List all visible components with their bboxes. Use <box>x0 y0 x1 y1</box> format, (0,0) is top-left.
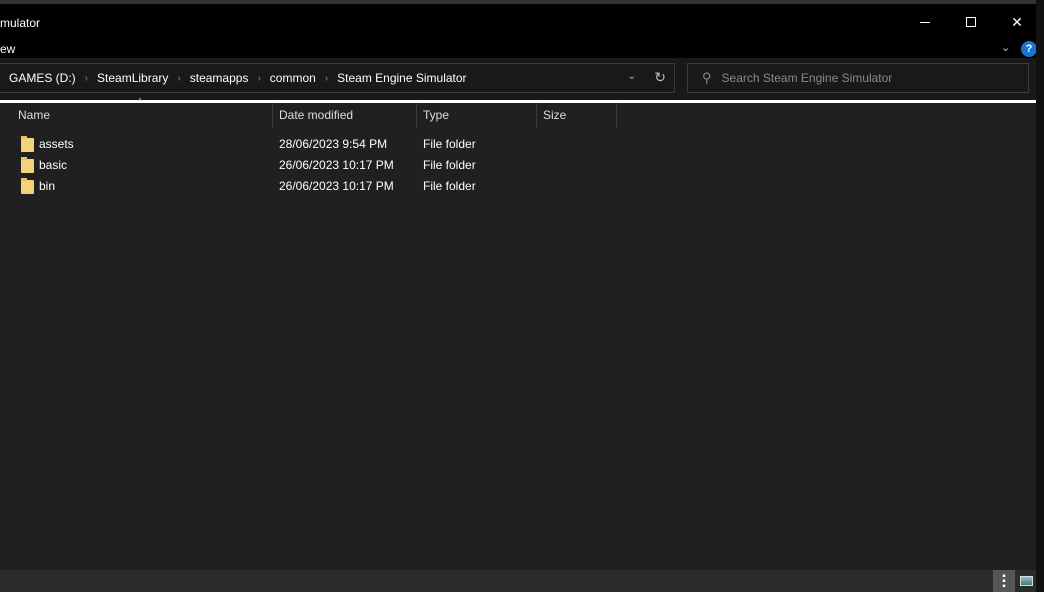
file-type: File folder <box>423 158 476 172</box>
chevron-right-icon[interactable]: › <box>325 73 328 84</box>
breadcrumb-common[interactable]: common <box>270 71 316 85</box>
folder-icon <box>21 136 34 152</box>
navigation-bar: GAMES (D:) › SteamLibrary › steamapps › com… <box>0 58 1036 100</box>
file-name: basic <box>39 158 68 172</box>
chevron-down-icon: ⌄ <box>1001 42 1011 54</box>
file-type: File folder <box>423 179 476 193</box>
file-date: 26/06/2023 10:17 PM <box>279 179 394 193</box>
breadcrumb-steamapps[interactable]: steamapps <box>190 71 249 85</box>
large-icons-view-icon <box>1019 576 1033 586</box>
maximize-icon <box>966 17 976 27</box>
column-type[interactable]: Type <box>417 103 537 128</box>
file-row[interactable]: assets 28/06/2023 9:54 PM File folder <box>0 134 620 155</box>
details-view-button[interactable]: ▪ ▪ ▪ <box>993 570 1015 592</box>
breadcrumb-steamlibrary[interactable]: SteamLibrary <box>97 71 168 85</box>
folder-icon <box>21 157 34 173</box>
help-button[interactable]: ? <box>1021 41 1037 57</box>
status-bar: ▪ ▪ ▪ <box>0 570 1036 592</box>
background-window-edge <box>1036 0 1044 592</box>
file-name: bin <box>39 179 56 193</box>
details-view-icon: ▪ ▪ ▪ <box>1002 570 1006 592</box>
chevron-right-icon[interactable]: › <box>177 73 180 84</box>
column-date-modified[interactable]: Date modified <box>273 103 417 128</box>
search-placeholder: Search Steam Engine Simulator <box>721 71 893 85</box>
close-button[interactable]: ✕ <box>994 10 1040 34</box>
minimize-icon <box>920 21 930 23</box>
column-size[interactable]: Size <box>537 103 617 128</box>
minimize-button[interactable] <box>902 10 948 34</box>
window-title: mulator <box>0 16 41 30</box>
search-icon: ⚲ <box>702 70 712 85</box>
file-name: assets <box>39 137 74 151</box>
column-header: ^ Name Date modified Type Size <box>0 96 1036 128</box>
expand-ribbon-button[interactable]: ⌄ <box>1001 41 1010 54</box>
column-name[interactable]: Name <box>12 103 273 128</box>
close-icon: ✕ <box>1011 13 1023 30</box>
search-input[interactable]: ⚲ Search Steam Engine Simulator <box>687 63 1029 93</box>
file-row[interactable]: bin 26/06/2023 10:17 PM File folder <box>0 176 620 197</box>
refresh-icon[interactable]: ↻ <box>654 69 666 86</box>
maximize-button[interactable] <box>948 10 994 34</box>
address-bar[interactable]: GAMES (D:) › SteamLibrary › steamapps › com… <box>0 63 675 93</box>
address-history-dropdown[interactable]: ⌄ <box>628 71 636 82</box>
breadcrumb-current[interactable]: Steam Engine Simulator <box>337 71 466 85</box>
file-row[interactable]: basic 26/06/2023 10:17 PM File folder <box>0 155 620 176</box>
file-date: 28/06/2023 9:54 PM <box>279 137 388 151</box>
folder-icon <box>21 178 34 194</box>
large-icons-view-button[interactable] <box>1015 570 1037 592</box>
breadcrumb-drive[interactable]: GAMES (D:) <box>9 71 76 85</box>
chevron-right-icon[interactable]: › <box>85 73 88 84</box>
file-date: 26/06/2023 10:17 PM <box>279 158 394 172</box>
menu-view[interactable]: ew <box>0 42 15 56</box>
file-type: File folder <box>423 137 476 151</box>
chevron-right-icon[interactable]: › <box>257 73 260 84</box>
title-bar: mulator ew ✕ ⌄ ? <box>0 4 1037 58</box>
